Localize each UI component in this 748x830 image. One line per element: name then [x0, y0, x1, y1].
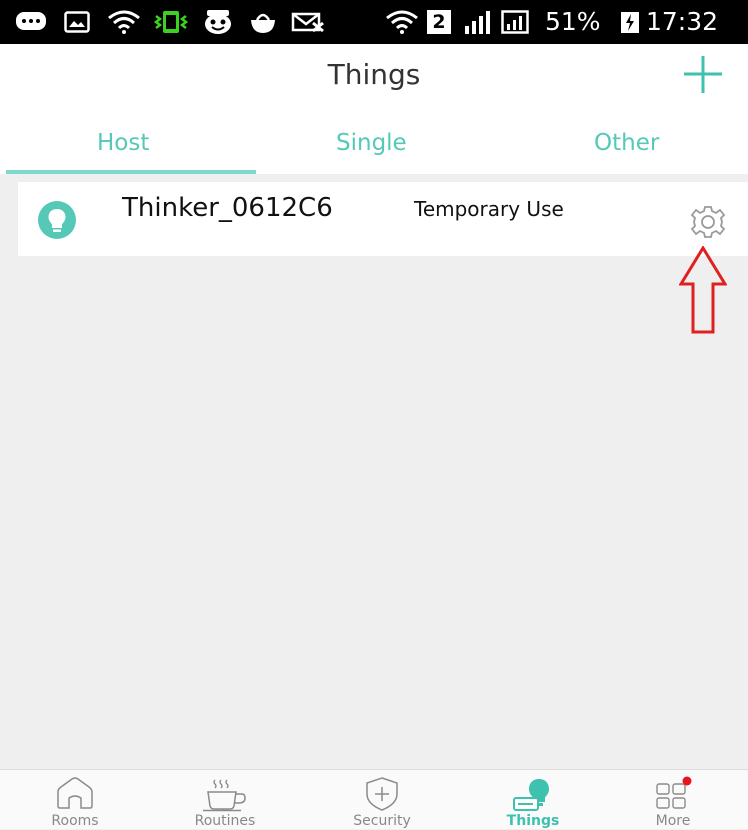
grid-icon	[656, 776, 692, 809]
things-icon	[513, 779, 549, 811]
sim-badge-label: 2	[427, 10, 451, 34]
battery-percent: 51%	[545, 7, 601, 36]
shopping-bag-icon	[246, 10, 280, 34]
nav-security[interactable]: Security	[307, 770, 457, 830]
nav-routines-label: Routines	[194, 813, 256, 829]
tab-host[interactable]: Host	[97, 128, 149, 158]
plus-icon	[684, 56, 722, 93]
tab-bar: Host Single Other	[0, 118, 748, 174]
app-header: Things Host Single Other	[0, 44, 748, 174]
nav-rooms-label: Rooms	[51, 813, 99, 829]
coffee-cup-icon	[203, 779, 246, 812]
vibrate-icon	[152, 10, 190, 34]
mail-icon	[290, 10, 326, 34]
add-button[interactable]	[678, 56, 728, 96]
signal-box-icon	[500, 10, 530, 34]
house-icon	[57, 777, 93, 809]
clock: 17:32	[646, 7, 719, 36]
gear-icon	[690, 206, 726, 238]
device-settings-button[interactable]	[686, 202, 730, 242]
device-status: Temporary Use	[414, 197, 564, 221]
bulb-icon	[38, 201, 76, 239]
nav-things-label: Things	[506, 813, 560, 829]
sim-badge: 2	[426, 10, 452, 34]
battery-icon	[618, 10, 642, 34]
emoji-icon	[200, 10, 236, 34]
signal-icon	[462, 10, 496, 34]
active-tab-indicator	[6, 170, 256, 174]
notification-badge	[682, 776, 692, 786]
message-icon	[14, 10, 48, 34]
annotation-arrow-up-icon	[679, 246, 727, 334]
nav-rooms[interactable]: Rooms	[0, 770, 150, 830]
wifi-connected-icon	[384, 10, 420, 34]
nav-more-label: More	[655, 813, 691, 829]
device-name: Thinker_0612C6	[122, 193, 333, 223]
nav-security-label: Security	[353, 813, 411, 829]
device-list-item[interactable]: Thinker_0612C6 Temporary Use	[18, 182, 748, 256]
nav-things[interactable]: Things	[458, 770, 608, 830]
shield-icon	[366, 777, 398, 811]
tab-single[interactable]: Single	[336, 128, 407, 158]
bottom-navigation: Rooms Routines Security Things More	[0, 769, 748, 829]
tab-other[interactable]: Other	[594, 128, 659, 158]
status-bar: 2 51% 17:32	[0, 0, 748, 44]
nav-more[interactable]: More	[598, 770, 748, 830]
page-title: Things	[327, 58, 421, 91]
nav-routines[interactable]: Routines	[150, 770, 300, 830]
image-icon	[62, 10, 92, 34]
wifi-icon	[106, 10, 142, 34]
